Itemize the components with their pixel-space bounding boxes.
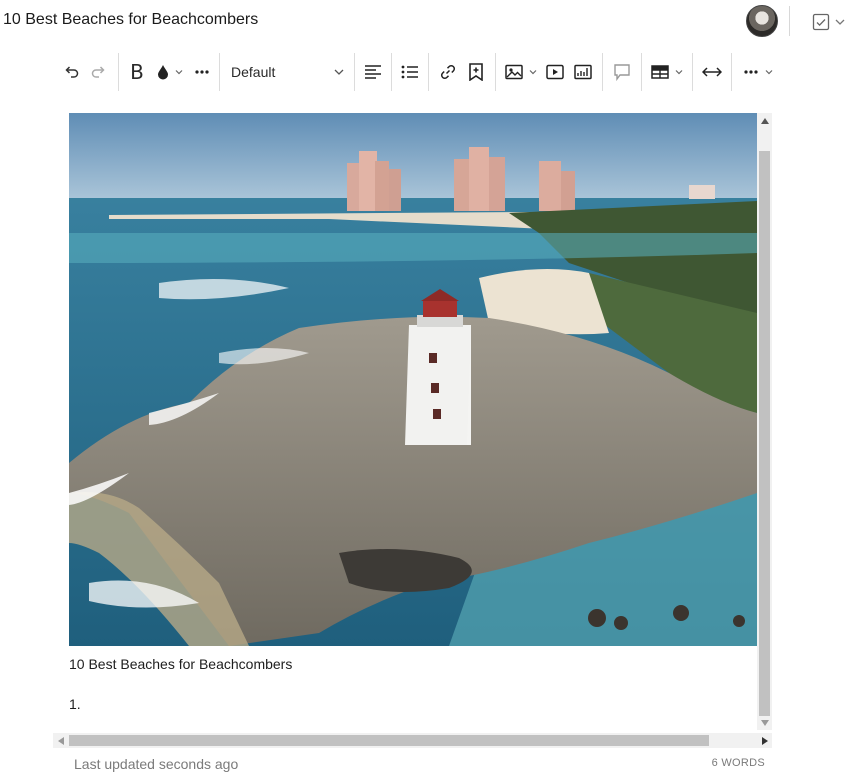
redo-button[interactable] [85,52,113,92]
ellipsis-icon [195,70,209,74]
align-left-icon [365,65,381,79]
chevron-down-icon [835,19,845,25]
chevron-down-icon [334,69,344,75]
insert-chart-button[interactable] [569,52,597,92]
link-icon [440,64,456,80]
code-view-button[interactable] [698,52,726,92]
more-options-button[interactable] [737,52,779,92]
checkbox-icon [812,13,830,31]
ordered-list-item[interactable]: 1. [69,696,81,712]
scroll-down-arrow[interactable] [757,715,772,730]
text-color-button[interactable] [150,52,190,92]
video-icon [546,64,564,80]
insert-image-button[interactable] [501,52,541,92]
redo-icon [91,66,105,78]
triangle-down-icon [760,719,769,726]
image-caption[interactable]: 10 Best Beaches for Beachcombers [69,656,292,672]
more-icon [743,70,758,74]
editor-content[interactable]: 10 Best Beaches for Beachcombers 1. [53,113,773,749]
vertical-scrollbar[interactable] [757,113,772,730]
horizontal-scroll-thumb[interactable] [69,735,709,746]
toolbar-divider [692,53,693,91]
align-button[interactable] [360,52,386,92]
editor-toolbar: B Default [57,52,779,92]
insert-table-button[interactable] [647,52,687,92]
photo-illustration [69,113,757,646]
table-icon [650,65,669,79]
bookmark-button[interactable] [462,52,490,92]
paragraph-format-select[interactable]: Default [225,52,349,92]
chevron-down-icon [175,70,183,75]
scroll-right-arrow[interactable] [757,733,772,748]
toolbar-divider [118,53,119,91]
document-title[interactable]: 10 Best Beaches for Beachcombers [3,11,258,29]
comment-icon [614,64,630,81]
code-icon [702,67,722,77]
triangle-up-icon [760,117,769,124]
more-formatting-button[interactable] [190,52,214,92]
bullet-list-button[interactable] [397,52,423,92]
toolbar-divider [428,53,429,91]
bullet-list-icon [401,65,418,79]
lighthouse-photo[interactable] [69,113,757,646]
user-avatar[interactable] [746,5,778,37]
comment-button[interactable] [608,52,636,92]
image-icon [504,64,523,80]
bookmark-add-icon [469,63,483,81]
scroll-up-arrow[interactable] [757,113,772,128]
toolbar-divider [391,53,392,91]
header-divider [789,6,790,36]
paragraph-format-value: Default [231,64,276,80]
link-button[interactable] [434,52,462,92]
chart-icon [574,64,592,80]
undo-button[interactable] [57,52,85,92]
bold-button[interactable]: B [124,52,150,92]
toolbar-divider [219,53,220,91]
toolbar-divider [602,53,603,91]
vertical-scroll-thumb[interactable] [759,151,770,716]
chevron-down-icon [529,70,536,75]
chevron-down-icon [675,70,682,75]
triangle-left-icon [57,736,64,745]
undo-icon [65,66,79,78]
word-count: 6 WORDS [711,757,765,769]
insert-video-button[interactable] [541,52,569,92]
triangle-right-icon [761,736,768,745]
ink-drop-icon [158,65,168,80]
chevron-down-icon [765,70,772,75]
toolbar-divider [731,53,732,91]
toolbar-divider [495,53,496,91]
status-dropdown[interactable] [812,11,852,33]
toolbar-divider [354,53,355,91]
horizontal-scrollbar[interactable] [53,733,772,748]
last-updated-status: Last updated seconds ago [74,756,239,772]
scroll-left-arrow[interactable] [53,733,68,748]
toolbar-divider [641,53,642,91]
